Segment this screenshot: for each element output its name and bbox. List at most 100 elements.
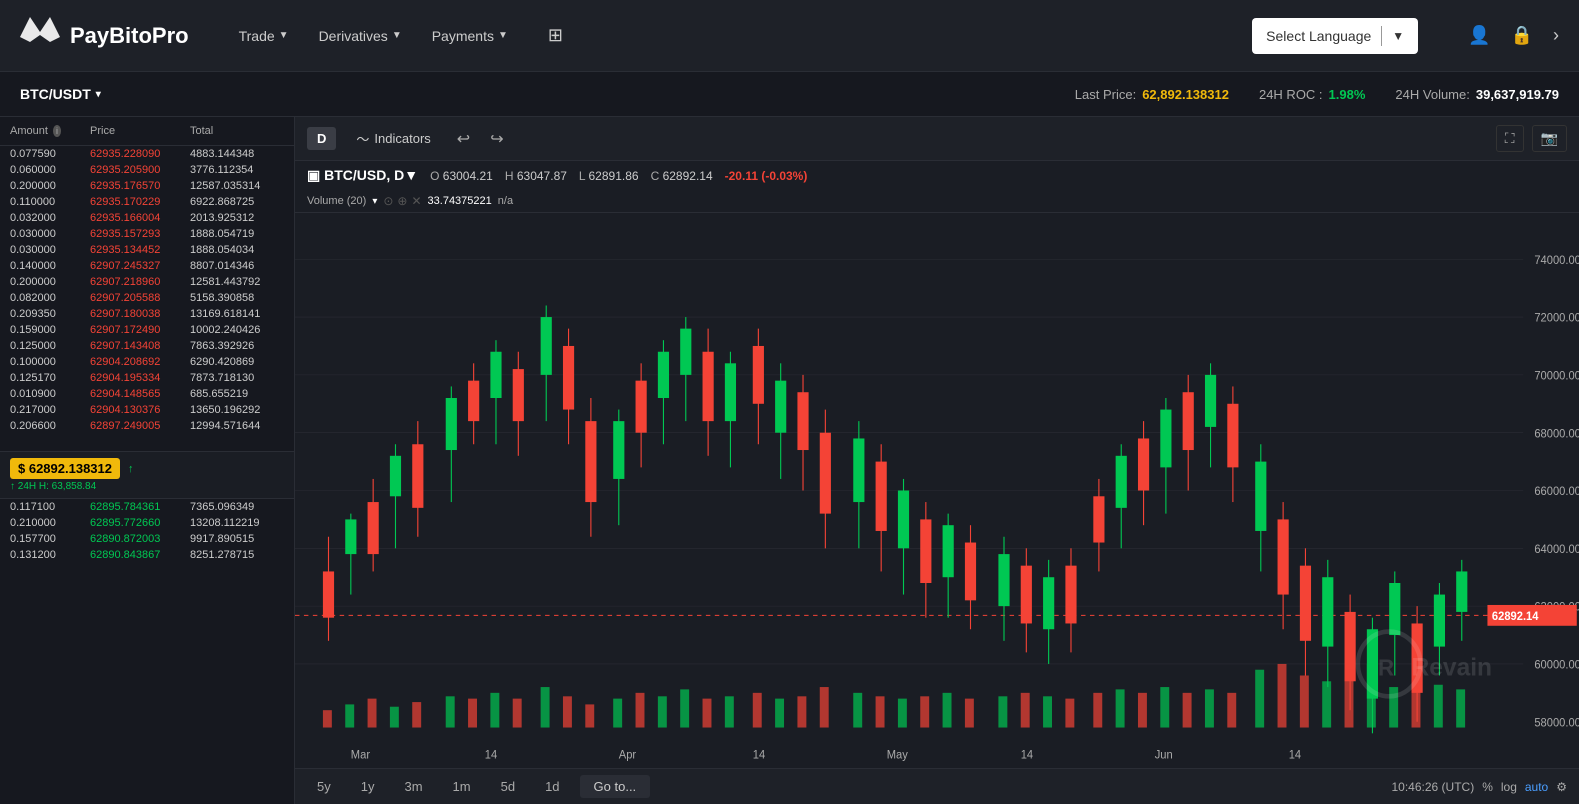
table-row[interactable]: 0.12500062907.1434087863.392926 <box>0 338 294 354</box>
price-change-badge: -20.11 (-0.03%) <box>725 169 808 183</box>
goto-button[interactable]: Go to... <box>580 775 651 798</box>
nav-links: Trade ▼ Derivatives ▼ Payments ▼ ⊞ <box>239 25 1223 46</box>
orderbook-header: Amount i Price Total <box>0 117 294 146</box>
table-row[interactable]: 0.03000062935.1572931888.054719 <box>0 226 294 242</box>
svg-text:14: 14 <box>753 750 765 762</box>
svg-text:Revain: Revain <box>1412 653 1493 681</box>
utc-time: 10:46:26 (UTC) <box>1391 780 1474 794</box>
svg-text:14: 14 <box>1289 750 1301 762</box>
profile-icon[interactable]: 👤 <box>1468 25 1490 46</box>
svg-text:70000.00: 70000.00 <box>1534 370 1579 382</box>
table-row[interactable]: 0.06000062935.2059003776.112354 <box>0 162 294 178</box>
table-row[interactable]: 0.14000062907.2453278807.014346 <box>0 258 294 274</box>
header: PayBitoPro Trade ▼ Derivatives ▼ Payment… <box>0 0 1579 72</box>
wave-icon: 〜 <box>356 129 369 148</box>
undo-button[interactable]: ↩ <box>451 127 476 151</box>
volume-stat: 24H Volume: 39,637,919.79 <box>1395 87 1559 102</box>
table-row[interactable]: 0.13120062890.8438678251.278715 <box>0 547 294 563</box>
nav-payments[interactable]: Payments ▼ <box>432 25 508 46</box>
table-row[interactable]: 0.20935062907.18003813169.618141 <box>0 306 294 322</box>
logo-area: PayBitoPro <box>20 17 189 54</box>
timeframe-5y-button[interactable]: 5y <box>307 775 341 798</box>
vol-settings-icon[interactable]: ⊙ <box>383 194 393 208</box>
table-row[interactable]: 0.21700062904.13037613650.196292 <box>0 402 294 418</box>
table-row[interactable]: 0.07759062935.2280904883.144348 <box>0 146 294 162</box>
table-row[interactable]: 0.12517062904.1953347873.718130 <box>0 370 294 386</box>
ob-col-total: Total <box>190 125 290 137</box>
ohlc-close: C 62892.14 <box>651 169 713 183</box>
table-row[interactable]: 0.08200062907.2055885158.390858 <box>0 290 294 306</box>
nav-trade[interactable]: Trade ▼ <box>239 25 289 46</box>
timeframe-1d-button[interactable]: 1d <box>535 775 569 798</box>
svg-text:68000.00: 68000.00 <box>1534 428 1579 440</box>
timeframe-1m-button[interactable]: 1m <box>443 775 481 798</box>
main-layout: Amount i Price Total 0.07759062935.22809… <box>0 117 1579 804</box>
table-row[interactable]: 0.01090062904.148565685.655219 <box>0 386 294 402</box>
roc-value: 1.98% <box>1329 87 1366 102</box>
vol-value: 33.74375221 <box>428 195 492 207</box>
redo-button[interactable]: ↪ <box>484 127 509 151</box>
table-row[interactable]: 0.21000062895.77266013208.112219 <box>0 515 294 531</box>
volume-bar: Volume (20) ▾ ⊙ ⊕ ✕ 33.74375221 n/a <box>295 190 1579 213</box>
chart-panel: D 〜 Indicators ↩ ↪ ⛶ 📷 ▣ BTC/USD, D▼ O 6… <box>295 117 1579 804</box>
grid-icon[interactable]: ⊞ <box>548 25 563 46</box>
pair-selector[interactable]: BTC/USDT ▾ <box>20 86 101 102</box>
pair-dropdown-icon: ▾ <box>96 89 101 100</box>
log-button[interactable]: log <box>1501 780 1517 794</box>
lock-icon[interactable]: 🔒 <box>1511 25 1533 46</box>
table-row[interactable]: 0.20000062907.21896012581.443792 <box>0 274 294 290</box>
amount-info-icon[interactable]: i <box>53 125 61 137</box>
lang-divider <box>1381 26 1382 46</box>
logo-text: PayBitoPro <box>70 23 189 49</box>
price-main: $ 62892.138312 ↑ <box>10 458 284 479</box>
svg-text:Mar: Mar <box>351 750 370 762</box>
timeframe-5d-button[interactable]: 5d <box>491 775 525 798</box>
language-selector[interactable]: Select Language ▼ <box>1252 18 1418 54</box>
payments-arrow: ▼ <box>498 30 508 41</box>
bottom-bar: 5y 1y 3m 1m 5d 1d Go to... 10:46:26 (UTC… <box>295 768 1579 804</box>
table-row[interactable]: 0.20660062897.24900512994.571644 <box>0 418 294 434</box>
derivatives-arrow: ▼ <box>392 30 402 41</box>
table-row[interactable]: 0.03000062935.1344521888.054034 <box>0 242 294 258</box>
table-row[interactable]: 0.15770062890.8720039917.890515 <box>0 531 294 547</box>
volume-value: 39,637,919.79 <box>1476 87 1559 102</box>
table-row[interactable]: 0.03200062935.1660042013.925312 <box>0 210 294 226</box>
timeframe-3m-button[interactable]: 3m <box>394 775 432 798</box>
auto-button[interactable]: auto <box>1525 780 1548 794</box>
nav-derivatives[interactable]: Derivatives ▼ <box>319 25 402 46</box>
percent-button[interactable]: % <box>1482 780 1493 794</box>
ob-col-price: Price <box>90 125 190 137</box>
more-icon[interactable]: › <box>1553 25 1559 46</box>
timeframe-1y-button[interactable]: 1y <box>351 775 385 798</box>
svg-text:Jun: Jun <box>1155 750 1173 762</box>
price-sub: ↑ 24H H: 63,858.84 <box>10 481 284 492</box>
bottom-right-controls: 10:46:26 (UTC) % log auto ⚙ <box>1391 780 1567 794</box>
chart-svg: 74000.00 72000.00 70000.00 68000.00 6600… <box>295 213 1579 768</box>
last-price-label: Last Price: <box>1075 87 1136 102</box>
ohlc-low: L 62891.86 <box>579 169 639 183</box>
table-row[interactable]: 0.15900062907.17249010002.240426 <box>0 322 294 338</box>
svg-text:60000.00: 60000.00 <box>1534 659 1579 671</box>
table-row[interactable]: 0.11710062895.7843617365.096349 <box>0 499 294 515</box>
indicators-button[interactable]: 〜 Indicators <box>344 125 442 152</box>
svg-text:62892.14: 62892.14 <box>1492 611 1539 623</box>
vol-add-icon[interactable]: ⊕ <box>397 194 407 208</box>
table-row[interactable]: 0.10000062904.2086926290.420869 <box>0 354 294 370</box>
ohlc-high: H 63047.87 <box>505 169 567 183</box>
camera-button[interactable]: 📷 <box>1532 125 1567 152</box>
svg-text:58000.00: 58000.00 <box>1534 717 1579 729</box>
table-row[interactable]: 0.11000062935.1702296922.868725 <box>0 194 294 210</box>
vol-dropdown-icon[interactable]: ▾ <box>372 196 377 207</box>
timeframe-d-button[interactable]: D <box>307 127 336 150</box>
svg-text:14: 14 <box>1021 750 1033 762</box>
lang-dropdown-arrow: ▼ <box>1392 29 1404 43</box>
table-row[interactable]: 0.20000062935.17657012587.035314 <box>0 178 294 194</box>
chart-area: 74000.00 72000.00 70000.00 68000.00 6600… <box>295 213 1579 768</box>
chart-settings-icon[interactable]: ⚙ <box>1556 780 1567 794</box>
roc-stat: 24H ROC : 1.98% <box>1259 87 1365 102</box>
roc-label: 24H ROC : <box>1259 87 1323 102</box>
fullscreen-button[interactable]: ⛶ <box>1496 125 1524 152</box>
vol-close-icon[interactable]: ✕ <box>411 194 421 208</box>
svg-text:66000.00: 66000.00 <box>1534 486 1579 498</box>
svg-text:May: May <box>887 750 908 762</box>
